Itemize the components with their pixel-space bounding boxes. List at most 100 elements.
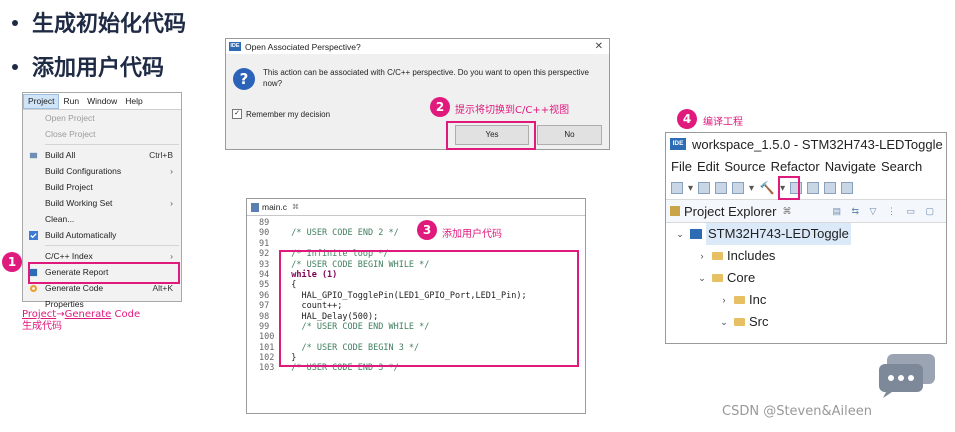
menu-item-build-all[interactable]: Build All Ctrl+B — [23, 147, 181, 163]
tree-item-stm32h743-ledtoggle[interactable]: ⌄ STM32H743-LEDToggle — [666, 223, 946, 245]
dropdown-icon[interactable]: ▾ — [749, 183, 754, 194]
remember-label: Remember my decision — [246, 109, 331, 119]
tree-item-core[interactable]: ⌄ Core — [666, 267, 946, 289]
chevron-down-icon[interactable]: ⌄ — [718, 311, 730, 333]
remember-decision-checkbox[interactable]: ✓ Remember my decision — [232, 109, 330, 119]
save-all-icon[interactable] — [715, 182, 728, 194]
save-icon[interactable] — [698, 182, 711, 194]
ide-logo-icon: IDE — [229, 42, 241, 51]
project-explorer-icon — [670, 206, 680, 216]
close-icon[interactable]: ✕ — [595, 41, 603, 52]
menu-help[interactable]: Help — [121, 93, 146, 109]
line-number: 103 — [259, 363, 275, 374]
ide-logo-icon: IDE — [670, 138, 686, 150]
bullet-generate-init-code: 生成初始化代码 — [12, 6, 186, 38]
workspace-titlebar: IDE workspace_1.5.0 - STM32H743-LEDToggl… — [666, 133, 946, 155]
tree-item-label: STM32H743-LEDToggle — [706, 223, 851, 245]
close-view-icon[interactable]: ⌘ — [782, 206, 791, 217]
build-all-icon — [29, 152, 38, 159]
build-hammer-icon[interactable]: 🔨 — [759, 180, 775, 196]
menu-window[interactable]: Window — [83, 93, 121, 109]
bullet-add-user-code: 添加用户代码 — [12, 50, 164, 82]
step-badge-4: 4 — [677, 109, 697, 129]
code-line: 91 — [247, 239, 585, 249]
tree-item-label: Core — [727, 270, 756, 285]
editor-tab-main-c[interactable]: main.c ⌘ — [247, 199, 585, 216]
line-number: 96 — [259, 290, 270, 301]
code-line: 90 /* USER CODE END 2 */ — [247, 228, 585, 238]
step4-label: 编译工程 — [703, 117, 743, 128]
generate-code-highlight — [28, 262, 180, 284]
c-file-icon — [251, 202, 259, 212]
chevron-right-icon[interactable]: › — [718, 289, 730, 311]
line-number: 93 — [259, 259, 270, 270]
tree-item-label: Includes — [727, 248, 776, 263]
close-tab-icon[interactable]: ⌘ — [292, 203, 299, 211]
chevron-right-icon[interactable]: › — [696, 245, 708, 267]
no-button[interactable]: No — [537, 125, 602, 145]
project-explorer-header[interactable]: Project Explorer ⌘ ▤ ⇆ ▽ ⋮ ▭ ▢ — [666, 199, 946, 223]
menu-source[interactable]: Source — [724, 159, 765, 174]
line-number: 101 — [259, 342, 275, 353]
menu-item-build-project[interactable]: Build Project — [23, 179, 181, 195]
menu-edit[interactable]: Edit — [697, 159, 719, 174]
project-icon — [690, 229, 702, 239]
workspace-title: workspace_1.5.0 - STM32H743-LEDToggle — [692, 136, 943, 152]
chevron-down-icon[interactable]: ⌄ — [696, 267, 708, 289]
step-badge-2: 2 — [430, 97, 450, 117]
menu-file[interactable]: File — [671, 159, 692, 174]
yes-button-highlight — [446, 121, 536, 150]
menu-item-build-working-set[interactable]: Build Working Set › — [23, 195, 181, 211]
code-line: 89 — [247, 218, 585, 228]
menu-item-clean[interactable]: Clean... — [23, 211, 181, 227]
menu-item-build-configurations[interactable]: Build Configurations › — [23, 163, 181, 179]
caption-generate-code: Project→Generate Code 生成代码 — [22, 309, 141, 332]
menu-item-close-project[interactable]: Close Project — [23, 126, 181, 142]
build-button-highlight — [778, 176, 800, 200]
line-number: 97 — [259, 301, 270, 312]
folder-icon — [734, 318, 745, 326]
chevron-down-icon[interactable]: ⌄ — [674, 223, 686, 245]
menu-divider — [45, 245, 179, 246]
view-toolbar-icons[interactable]: ▤ ⇆ ▽ ⋮ ▭ ▢ — [833, 206, 938, 217]
line-number: 99 — [259, 321, 270, 332]
line-number: 95 — [259, 280, 270, 291]
line-number: 92 — [259, 249, 270, 260]
menu-project[interactable]: Project — [23, 93, 60, 109]
user-code-highlight — [279, 250, 579, 367]
step3-label: 添加用户代码 — [442, 229, 502, 240]
menu-item-build-automatically[interactable]: Build Automatically — [23, 227, 181, 243]
workspace-window: IDE workspace_1.5.0 - STM32H743-LEDToggl… — [665, 132, 947, 344]
includes-icon — [712, 252, 723, 260]
run-icon[interactable] — [807, 182, 820, 194]
menu-item-open-project[interactable]: Open Project — [23, 110, 181, 126]
new-file-icon[interactable] — [671, 182, 683, 194]
menu-search[interactable]: Search — [881, 159, 922, 174]
external-tools-icon[interactable] — [824, 182, 837, 194]
gear-icon — [29, 284, 38, 293]
checkmark-icon — [29, 231, 38, 240]
dialog-message: This action can be associated with C/C++… — [263, 68, 589, 88]
tree-item-inc[interactable]: › Inc — [666, 289, 946, 311]
menu-refactor[interactable]: Refactor — [771, 159, 820, 174]
tree-item-includes[interactable]: › Includes — [666, 245, 946, 267]
line-number: 90 — [259, 228, 270, 239]
step-badge-1: 1 — [2, 252, 22, 272]
tree-item-src[interactable]: ⌄ Src — [666, 311, 946, 333]
chat-bubble-icon — [879, 354, 935, 398]
open-type-icon[interactable] — [841, 182, 854, 194]
csdn-watermark: CSDN @Steven&Aileen — [722, 404, 872, 419]
menu-run[interactable]: Run — [59, 93, 83, 109]
line-number: 89 — [259, 218, 270, 228]
line-number: 94 — [259, 269, 270, 280]
line-number: 102 — [259, 353, 275, 364]
folder-icon — [734, 296, 745, 304]
menu-bar: Project Run Window Help — [23, 93, 181, 110]
dropdown-icon[interactable]: ▾ — [688, 183, 693, 194]
workspace-menubar: File Edit Source Refactor Navigate Searc… — [666, 155, 946, 177]
menu-navigate[interactable]: Navigate — [825, 159, 876, 174]
line-number: 91 — [259, 238, 270, 249]
folder-icon — [712, 274, 723, 282]
editor-tab-label: main.c — [262, 202, 288, 212]
settings-icon[interactable] — [732, 182, 745, 194]
